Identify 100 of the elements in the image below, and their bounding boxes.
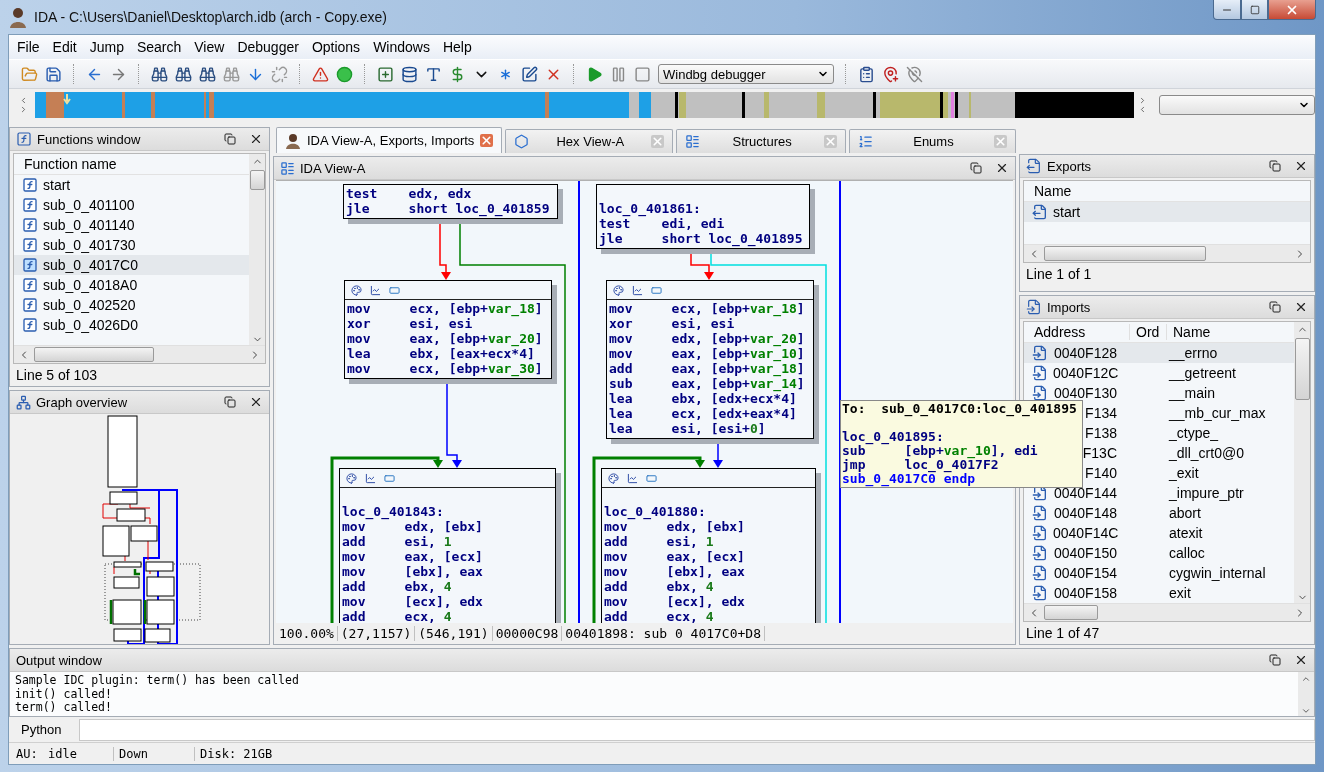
palette-icon[interactable] [613,284,624,296]
close-icon[interactable] [1294,653,1308,667]
card-icon[interactable] [646,472,657,484]
scroll-left-icon[interactable] [19,96,28,105]
column-header[interactable]: Name [1167,324,1211,340]
horizontal-scrollbar[interactable] [1024,244,1310,262]
import-row[interactable]: 0040F14C atexit [1024,523,1294,543]
chart-icon[interactable] [627,472,638,484]
warning-icon[interactable] [312,65,329,83]
import-row[interactable]: 0040F128 __errno [1024,343,1294,363]
vertical-scrollbar[interactable] [1294,322,1310,603]
close-icon[interactable] [249,132,263,146]
restore-icon[interactable] [970,162,982,174]
plus-square-icon[interactable] [377,65,394,83]
close-icon[interactable] [249,395,263,409]
menu-item[interactable]: Edit [46,39,84,55]
pause-icon[interactable] [610,65,627,83]
unlink-icon[interactable] [271,65,288,83]
navigation-band-drawing[interactable] [35,92,1134,118]
tab[interactable]: Enums [848,129,1016,153]
import-row[interactable]: 0040F148 abort [1024,503,1294,523]
chart-icon[interactable] [632,284,643,296]
tab[interactable]: Structures [676,129,846,153]
chart-icon[interactable] [365,472,376,484]
play-icon[interactable] [586,65,603,83]
database-icon[interactable] [401,65,418,83]
column-header[interactable]: Address [1024,324,1130,340]
debugger-select[interactable]: Windbg debugger [658,64,834,84]
palette-icon[interactable] [608,472,619,484]
close-icon[interactable] [995,161,1009,175]
scroll-right-icon[interactable] [19,105,28,114]
function-row[interactable]: sub_0_401140 [14,215,249,235]
card-icon[interactable] [384,472,395,484]
binoculars-icon[interactable] [175,65,192,83]
scrollbar-thumb[interactable] [249,170,265,190]
save-icon[interactable] [45,65,62,83]
import-row[interactable]: 0040F12C __getreent [1024,363,1294,383]
menu-item[interactable]: View [188,39,232,55]
function-row[interactable]: sub_0_4017C0 [14,255,249,275]
menu-item[interactable]: Options [305,39,368,55]
restore-icon[interactable] [224,133,236,145]
edit-icon[interactable] [521,65,538,83]
function-row[interactable]: start [14,175,249,195]
menu-item[interactable]: Windows [367,39,437,55]
restore-icon[interactable] [1269,301,1281,313]
menu-item[interactable]: Search [130,39,189,55]
import-row[interactable]: 0040F150 calloc [1024,543,1294,563]
import-row[interactable]: 0040F158 exit [1024,583,1294,603]
stop-icon[interactable] [634,65,651,83]
clipboard-icon[interactable] [858,65,875,83]
menu-item[interactable]: Debugger [231,39,306,55]
tab[interactable]: Hex View-A [505,129,674,153]
close-button[interactable] [1268,0,1316,20]
maximize-button[interactable] [1241,0,1268,20]
chart-icon[interactable] [370,284,381,296]
command-field[interactable] [79,718,1315,741]
pin-add-icon[interactable] [882,65,899,83]
palette-icon[interactable] [351,284,362,296]
column-header[interactable]: Ord [1130,324,1167,340]
scrollbar-thumb[interactable] [1044,246,1206,261]
type-icon[interactable] [425,65,442,83]
restore-icon[interactable] [1269,654,1281,666]
function-row[interactable]: sub_0_4026D0 [14,315,249,335]
vertical-scrollbar[interactable] [1298,672,1314,716]
horizontal-scrollbar[interactable] [14,345,265,363]
binoculars-icon[interactable] [199,65,216,83]
language-button[interactable]: Python [13,718,73,741]
close-icon[interactable] [1294,300,1308,314]
vertical-scrollbar[interactable] [249,154,265,345]
segment-select[interactable] [1158,95,1315,115]
function-row[interactable]: sub_0_401100 [14,195,249,215]
binoculars-icon[interactable] [151,65,168,83]
menu-item[interactable]: Help [436,39,479,55]
restore-icon[interactable] [1269,160,1281,172]
import-row[interactable]: 0040F144 _impure_ptr [1024,483,1294,503]
restore-icon[interactable] [224,396,236,408]
close-icon[interactable] [1294,159,1308,173]
function-row[interactable]: sub_0_4018A0 [14,275,249,295]
tab[interactable]: IDA View-A, Exports, Imports [276,127,503,153]
export-row[interactable]: start [1024,202,1310,222]
scrollbar-thumb[interactable] [34,347,154,362]
menu-item[interactable]: File [11,39,47,55]
ball-icon[interactable] [336,65,353,83]
import-row[interactable]: 0040F130 __main [1024,383,1294,403]
column-header[interactable]: Function name [14,156,117,172]
scrollbar-thumb[interactable] [1294,338,1310,400]
column-header[interactable]: Name [1024,183,1072,199]
palette-icon[interactable] [346,472,357,484]
minimize-button[interactable] [1213,0,1241,20]
graph-overview-drawing[interactable] [102,415,201,644]
import-row[interactable]: 0040F154 cygwin_internal [1024,563,1294,583]
card-icon[interactable] [651,284,662,296]
horizontal-scrollbar[interactable] [1024,603,1310,621]
menu-item[interactable]: Jump [83,39,131,55]
function-row[interactable]: sub_0_402520 [14,295,249,315]
function-row[interactable]: sub_0_401730 [14,235,249,255]
pin-remove-icon[interactable] [906,65,923,83]
folder-icon[interactable] [21,65,38,83]
scrollbar-thumb[interactable] [1044,605,1098,620]
card-icon[interactable] [389,284,400,296]
